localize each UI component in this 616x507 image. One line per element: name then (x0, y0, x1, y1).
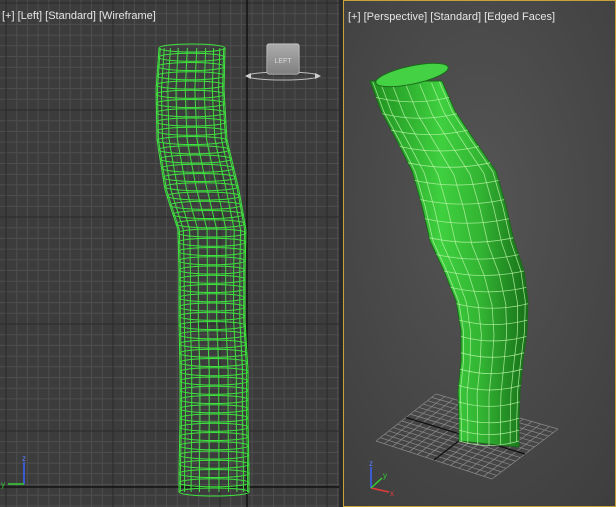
axis-tripod-icon: z y (1, 454, 26, 489)
left-viewport-label: [+] [Left] [Standard] [Wireframe] (2, 10, 156, 22)
display-mode-button[interactable]: [Edged Faces] (484, 11, 555, 23)
left-grid (0, 0, 339, 507)
viewport-menu-button[interactable]: [+] (2, 10, 15, 22)
axis-y-label: y (383, 471, 387, 480)
viewport-menu-button[interactable]: [+] (348, 11, 361, 23)
axis-x-label: x (390, 489, 394, 498)
perspective-viewport-canvas[interactable]: z y x (344, 1, 615, 506)
viewcube-icon[interactable]: LEFT (245, 43, 321, 81)
view-name-button[interactable]: [Perspective] (364, 11, 428, 23)
perspective-viewport[interactable]: z y x [+] [Perspective] [Standard] [Edge… (343, 0, 616, 507)
shading-preset-button[interactable]: [Standard] (45, 10, 96, 22)
viewcube-face-label: LEFT (274, 58, 292, 65)
perspective-viewport-label: [+] [Perspective] [Standard] [Edged Face… (348, 11, 555, 23)
left-viewport-canvas[interactable]: LEFT z y (0, 0, 339, 507)
viewport-layout: LEFT z y [+] [Left] [Standard] [Wirefram… (0, 0, 616, 507)
shading-preset-button[interactable]: [Standard] (430, 11, 481, 23)
left-viewport[interactable]: LEFT z y [+] [Left] [Standard] [Wirefram… (0, 0, 339, 507)
axis-z-label: z (369, 459, 373, 468)
axis-y-label: y (1, 480, 5, 489)
view-name-button[interactable]: [Left] (18, 10, 42, 22)
display-mode-button[interactable]: [Wireframe] (99, 10, 156, 22)
axis-z-label: z (22, 454, 26, 463)
